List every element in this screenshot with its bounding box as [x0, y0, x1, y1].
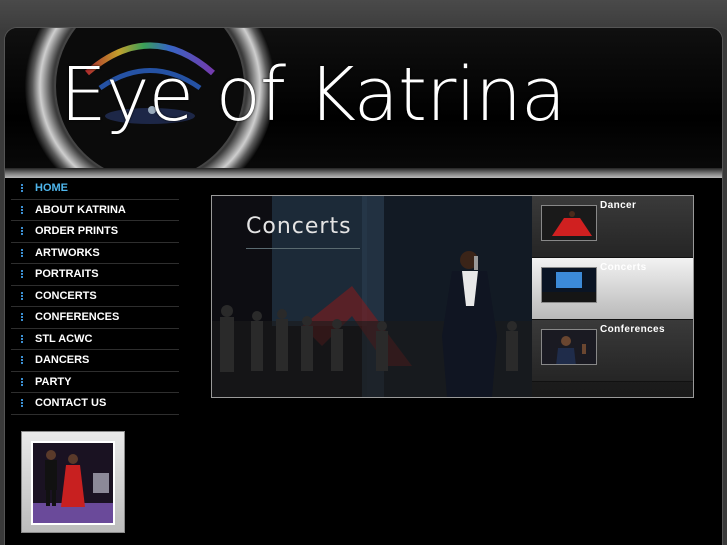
- nav-bullet-icon: [17, 334, 27, 343]
- nav-item-order-prints[interactable]: ORDER PRINTS: [11, 221, 179, 243]
- nav-item-conferences[interactable]: CONFERENCES: [11, 307, 179, 329]
- slideshow-title-rule: [246, 248, 360, 249]
- page-frame: Eye of Katrina HOME ABOUT KATRINA ORDER …: [5, 28, 722, 545]
- nav-bullet-icon: [17, 377, 27, 386]
- nav-bullet-icon: [17, 248, 27, 257]
- slideshow-thumb-concerts[interactable]: Concerts: [532, 258, 693, 320]
- slideshow-thumb-label: Dancer: [600, 200, 637, 211]
- header-divider: [5, 168, 722, 178]
- header-banner: Eye of Katrina: [5, 28, 722, 178]
- nav-item-label: DANCERS: [35, 354, 90, 367]
- slideshow-thumb-label: Conferences: [600, 324, 665, 335]
- top-strip: [0, 0, 727, 30]
- nav-item-label: ARTWORKS: [35, 246, 100, 259]
- nav-bullet-icon: [17, 227, 27, 236]
- nav-item-artworks[interactable]: ARTWORKS: [11, 243, 179, 264]
- conferences-thumbnail: [541, 329, 597, 365]
- nav-bullet-icon: [17, 184, 27, 193]
- site-logo-text[interactable]: Eye of Katrina: [60, 58, 566, 132]
- nav-item-label: ORDER PRINTS: [35, 225, 119, 238]
- nav-item-concerts[interactable]: CONCERTS: [11, 286, 179, 307]
- slideshow-thumb-conferences[interactable]: Conferences: [532, 320, 693, 382]
- nav-item-party[interactable]: PARTY: [11, 372, 179, 393]
- slideshow: Concerts Dancer Concerts Conferences: [211, 195, 694, 398]
- dancer-thumbnail: [541, 205, 597, 241]
- nav-item-label: PORTRAITS: [35, 268, 99, 281]
- nav-item-portraits[interactable]: PORTRAITS: [11, 264, 179, 286]
- slideshow-thumb-dancer[interactable]: Dancer: [532, 196, 693, 258]
- nav-item-label: CONCERTS: [35, 289, 97, 302]
- nav-bullet-icon: [17, 313, 27, 322]
- sidebar-photo: [31, 441, 115, 525]
- nav-item-label: HOME: [35, 182, 68, 195]
- nav-bullet-icon: [17, 356, 27, 365]
- main-nav: HOME ABOUT KATRINA ORDER PRINTS ARTWORKS…: [11, 178, 179, 415]
- nav-item-dancers[interactable]: DANCERS: [11, 350, 179, 372]
- nav-item-about-katrina[interactable]: ABOUT KATRINA: [11, 200, 179, 221]
- nav-item-stl-acwc[interactable]: STL ACWC: [11, 329, 179, 350]
- nav-item-label: CONFERENCES: [35, 311, 120, 324]
- nav-item-label: PARTY: [35, 375, 72, 388]
- slideshow-thumb-label: Concerts: [600, 262, 647, 273]
- nav-item-label: CONTACT US: [35, 397, 107, 410]
- slideshow-title: Concerts: [246, 214, 352, 239]
- nav-bullet-icon: [17, 399, 27, 408]
- nav-bullet-icon: [17, 270, 27, 279]
- nav-bullet-icon: [17, 205, 27, 214]
- nav-item-label: STL ACWC: [35, 332, 93, 345]
- nav-item-label: ABOUT KATRINA: [35, 203, 126, 216]
- concerts-thumbnail: [541, 267, 597, 303]
- nav-item-contact-us[interactable]: CONTACT US: [11, 393, 179, 415]
- sidebar-photo-frame[interactable]: [21, 431, 125, 533]
- slideshow-main-image[interactable]: Concerts: [212, 196, 532, 397]
- nav-bullet-icon: [17, 291, 27, 300]
- slideshow-thumbnail-list: Dancer Concerts Conferences: [532, 196, 693, 397]
- nav-item-home[interactable]: HOME: [11, 178, 179, 200]
